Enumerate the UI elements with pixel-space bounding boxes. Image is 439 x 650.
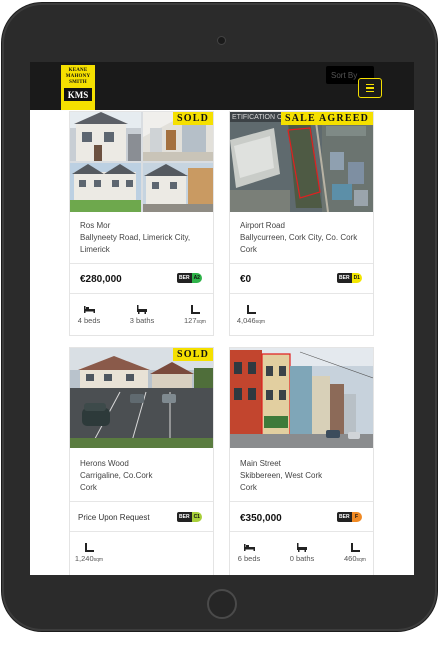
logo-mark: KMS bbox=[64, 88, 92, 101]
listing-photo[interactable] bbox=[230, 348, 373, 448]
address-line-3: Cork bbox=[240, 245, 257, 254]
area-value: 127 bbox=[184, 316, 197, 325]
baths-count: 0 baths bbox=[289, 554, 315, 563]
area-value: 460 bbox=[344, 554, 357, 563]
listing-card[interactable]: SOLD Herons Wood Carrigaline, Co.Cork Co… bbox=[69, 347, 214, 575]
house-photo-icon bbox=[70, 348, 213, 448]
divider bbox=[70, 293, 213, 294]
address-line-1: Main Street bbox=[240, 459, 281, 468]
divider bbox=[70, 501, 213, 502]
listing-price: €350,000 bbox=[240, 513, 282, 524]
address-line-2: Ballycurreen, Cork City, Co. Cork bbox=[240, 233, 358, 242]
ber-badge: BER F bbox=[337, 512, 362, 522]
area-feature: 1,240sqm bbox=[71, 542, 107, 563]
beds-feature: 6 beds bbox=[233, 542, 265, 563]
address-line-1: Airport Road bbox=[240, 221, 285, 230]
area-unit: sqm bbox=[196, 319, 206, 325]
ber-label: BER bbox=[337, 512, 352, 522]
camera-icon bbox=[217, 36, 226, 45]
beds-feature: 4 beds bbox=[73, 304, 105, 325]
address-line-3: Cork bbox=[80, 483, 97, 492]
sort-by-label: Sort By bbox=[331, 70, 358, 80]
area-value: 4,046 bbox=[236, 316, 256, 325]
area-icon bbox=[338, 542, 372, 552]
area-unit: sqm bbox=[93, 557, 104, 563]
status-badge: SALE AGREED bbox=[280, 112, 373, 125]
ber-label: BER bbox=[337, 273, 352, 283]
site-header: KEANE MAHONY SMITH KMS Sort By bbox=[30, 62, 414, 110]
ber-badge: BER D1 bbox=[337, 273, 362, 283]
ber-badge: BER A2 bbox=[177, 273, 202, 283]
listing-price: Price Upon Request bbox=[78, 513, 150, 522]
baths-feature: 3 baths bbox=[125, 304, 159, 325]
address-line-1: Ros Mor bbox=[80, 221, 111, 230]
baths-feature: 0 baths bbox=[285, 542, 319, 563]
area-unit: sqm bbox=[255, 319, 266, 325]
ber-badge: BER C1 bbox=[177, 512, 202, 522]
ber-label: BER bbox=[177, 273, 192, 283]
listing-address: Main Street Skibbereen, West Cork Cork bbox=[240, 458, 368, 494]
home-button[interactable] bbox=[207, 589, 237, 619]
listing-price: €0 bbox=[240, 274, 252, 285]
bed-icon bbox=[73, 304, 105, 314]
status-badge: SOLD bbox=[172, 348, 213, 361]
area-value: 1,240 bbox=[74, 554, 94, 563]
address-line-2: Carrigaline, Co.Cork bbox=[80, 471, 153, 480]
area-icon bbox=[71, 542, 107, 552]
divider bbox=[230, 293, 373, 294]
listing-address: Herons Wood Carrigaline, Co.Cork Cork bbox=[80, 458, 208, 494]
beds-count: 4 beds bbox=[77, 316, 101, 325]
listing-card[interactable]: SOLD Ros Mor Ballyneety Road, Limerick C… bbox=[69, 111, 214, 336]
ber-rating: C1 bbox=[191, 512, 202, 522]
aerial-map-icon: ETIFICATION ONLY bbox=[230, 112, 373, 212]
divider bbox=[230, 531, 373, 532]
ber-rating: D1 bbox=[351, 273, 362, 283]
address-line-1: Herons Wood bbox=[80, 459, 129, 468]
divider bbox=[230, 263, 373, 264]
address-line-2: Ballyneety Road, Limerick City, bbox=[80, 233, 191, 242]
area-icon bbox=[178, 304, 212, 314]
area-feature: 127sqm bbox=[178, 304, 212, 325]
listing-photo-collage[interactable]: SOLD bbox=[70, 112, 213, 212]
listing-photo[interactable]: SOLD bbox=[70, 348, 213, 448]
divider bbox=[70, 263, 213, 264]
logo-line-3: SMITH bbox=[69, 80, 87, 85]
status-badge: SOLD bbox=[172, 112, 213, 125]
listing-address: Airport Road Ballycurreen, Cork City, Co… bbox=[240, 220, 368, 256]
listing-card[interactable]: Main Street Skibbereen, West Cork Cork €… bbox=[229, 347, 374, 575]
area-feature: 460sqm bbox=[338, 542, 372, 563]
area-feature: 4,046sqm bbox=[231, 304, 271, 325]
screen: KEANE MAHONY SMITH KMS Sort By SOLD Ros … bbox=[30, 62, 414, 575]
ber-rating: A2 bbox=[191, 273, 202, 283]
listing-card[interactable]: ETIFICATION ONLY SALE AGREED Airport Roa… bbox=[229, 111, 374, 336]
address-line-3: Cork bbox=[240, 483, 257, 492]
area-unit: sqm bbox=[356, 557, 366, 563]
bath-icon bbox=[285, 542, 319, 552]
tablet-frame: KEANE MAHONY SMITH KMS Sort By SOLD Ros … bbox=[2, 3, 437, 631]
kms-logo[interactable]: KEANE MAHONY SMITH KMS bbox=[61, 65, 95, 110]
beds-count: 6 beds bbox=[237, 554, 261, 563]
address-line-3: Limerick bbox=[80, 245, 110, 254]
divider bbox=[230, 501, 373, 502]
area-icon bbox=[231, 304, 271, 314]
divider bbox=[70, 531, 213, 532]
house-photo-icon bbox=[70, 112, 213, 212]
hamburger-menu-icon[interactable] bbox=[358, 78, 382, 98]
baths-count: 3 baths bbox=[129, 316, 155, 325]
ber-rating: F bbox=[351, 512, 362, 522]
listing-price: €280,000 bbox=[80, 274, 122, 285]
listing-photo-aerial[interactable]: ETIFICATION ONLY SALE AGREED bbox=[230, 112, 373, 212]
listing-address: Ros Mor Ballyneety Road, Limerick City, … bbox=[80, 220, 208, 256]
address-line-2: Skibbereen, West Cork bbox=[240, 471, 323, 480]
bath-icon bbox=[125, 304, 159, 314]
street-photo-icon bbox=[230, 348, 373, 448]
bed-icon bbox=[233, 542, 265, 552]
ber-label: BER bbox=[177, 512, 192, 522]
